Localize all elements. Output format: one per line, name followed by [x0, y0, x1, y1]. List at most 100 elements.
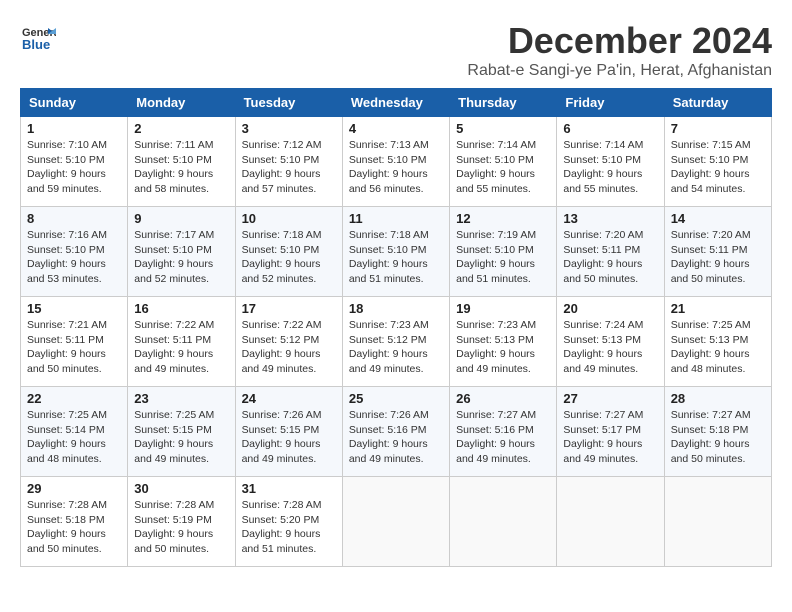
calendar-week-row: 15 Sunrise: 7:21 AM Sunset: 5:11 PM Dayl… [21, 297, 772, 387]
day-number: 25 [349, 391, 443, 406]
day-number: 17 [242, 301, 336, 316]
calendar-cell: 18 Sunrise: 7:23 AM Sunset: 5:12 PM Dayl… [342, 297, 449, 387]
calendar-cell: 24 Sunrise: 7:26 AM Sunset: 5:15 PM Dayl… [235, 387, 342, 477]
calendar-cell: 10 Sunrise: 7:18 AM Sunset: 5:10 PM Dayl… [235, 207, 342, 297]
calendar-cell: 6 Sunrise: 7:14 AM Sunset: 5:10 PM Dayli… [557, 117, 664, 207]
day-info: Sunrise: 7:28 AM Sunset: 5:19 PM Dayligh… [134, 498, 228, 557]
day-info: Sunrise: 7:17 AM Sunset: 5:10 PM Dayligh… [134, 228, 228, 287]
day-number: 15 [27, 301, 121, 316]
day-number: 22 [27, 391, 121, 406]
calendar-cell: 14 Sunrise: 7:20 AM Sunset: 5:11 PM Dayl… [664, 207, 771, 297]
day-number: 5 [456, 121, 550, 136]
calendar-week-row: 1 Sunrise: 7:10 AM Sunset: 5:10 PM Dayli… [21, 117, 772, 207]
day-info: Sunrise: 7:14 AM Sunset: 5:10 PM Dayligh… [563, 138, 657, 197]
day-number: 29 [27, 481, 121, 496]
day-number: 27 [563, 391, 657, 406]
col-sunday: Sunday [21, 89, 128, 117]
calendar-cell: 12 Sunrise: 7:19 AM Sunset: 5:10 PM Dayl… [450, 207, 557, 297]
day-info: Sunrise: 7:25 AM Sunset: 5:14 PM Dayligh… [27, 408, 121, 467]
day-info: Sunrise: 7:20 AM Sunset: 5:11 PM Dayligh… [671, 228, 765, 287]
day-info: Sunrise: 7:27 AM Sunset: 5:17 PM Dayligh… [563, 408, 657, 467]
calendar-week-row: 29 Sunrise: 7:28 AM Sunset: 5:18 PM Dayl… [21, 477, 772, 567]
day-number: 19 [456, 301, 550, 316]
calendar-cell [557, 477, 664, 567]
calendar-week-row: 8 Sunrise: 7:16 AM Sunset: 5:10 PM Dayli… [21, 207, 772, 297]
header: General Blue December 2024 Rabat-e Sangi… [20, 20, 772, 80]
subtitle: Rabat-e Sangi-ye Pa'in, Herat, Afghanist… [467, 62, 772, 80]
calendar-cell: 13 Sunrise: 7:20 AM Sunset: 5:11 PM Dayl… [557, 207, 664, 297]
day-info: Sunrise: 7:18 AM Sunset: 5:10 PM Dayligh… [242, 228, 336, 287]
day-info: Sunrise: 7:23 AM Sunset: 5:12 PM Dayligh… [349, 318, 443, 377]
calendar-cell: 27 Sunrise: 7:27 AM Sunset: 5:17 PM Dayl… [557, 387, 664, 477]
day-number: 2 [134, 121, 228, 136]
day-number: 3 [242, 121, 336, 136]
day-info: Sunrise: 7:16 AM Sunset: 5:10 PM Dayligh… [27, 228, 121, 287]
calendar-cell: 15 Sunrise: 7:21 AM Sunset: 5:11 PM Dayl… [21, 297, 128, 387]
day-info: Sunrise: 7:25 AM Sunset: 5:13 PM Dayligh… [671, 318, 765, 377]
day-number: 1 [27, 121, 121, 136]
calendar-cell: 16 Sunrise: 7:22 AM Sunset: 5:11 PM Dayl… [128, 297, 235, 387]
day-number: 7 [671, 121, 765, 136]
day-info: Sunrise: 7:26 AM Sunset: 5:15 PM Dayligh… [242, 408, 336, 467]
day-info: Sunrise: 7:13 AM Sunset: 5:10 PM Dayligh… [349, 138, 443, 197]
calendar-cell [450, 477, 557, 567]
calendar-cell [664, 477, 771, 567]
day-info: Sunrise: 7:14 AM Sunset: 5:10 PM Dayligh… [456, 138, 550, 197]
day-info: Sunrise: 7:11 AM Sunset: 5:10 PM Dayligh… [134, 138, 228, 197]
col-saturday: Saturday [664, 89, 771, 117]
day-number: 23 [134, 391, 228, 406]
col-thursday: Thursday [450, 89, 557, 117]
day-number: 12 [456, 211, 550, 226]
calendar-cell: 26 Sunrise: 7:27 AM Sunset: 5:16 PM Dayl… [450, 387, 557, 477]
main-title: December 2024 [467, 20, 772, 62]
day-info: Sunrise: 7:15 AM Sunset: 5:10 PM Dayligh… [671, 138, 765, 197]
day-number: 10 [242, 211, 336, 226]
calendar-cell: 30 Sunrise: 7:28 AM Sunset: 5:19 PM Dayl… [128, 477, 235, 567]
day-number: 6 [563, 121, 657, 136]
calendar-cell: 31 Sunrise: 7:28 AM Sunset: 5:20 PM Dayl… [235, 477, 342, 567]
calendar-cell: 3 Sunrise: 7:12 AM Sunset: 5:10 PM Dayli… [235, 117, 342, 207]
calendar-cell: 23 Sunrise: 7:25 AM Sunset: 5:15 PM Dayl… [128, 387, 235, 477]
calendar-cell: 29 Sunrise: 7:28 AM Sunset: 5:18 PM Dayl… [21, 477, 128, 567]
day-number: 9 [134, 211, 228, 226]
col-monday: Monday [128, 89, 235, 117]
day-info: Sunrise: 7:27 AM Sunset: 5:18 PM Dayligh… [671, 408, 765, 467]
calendar-cell: 20 Sunrise: 7:24 AM Sunset: 5:13 PM Dayl… [557, 297, 664, 387]
calendar-week-row: 22 Sunrise: 7:25 AM Sunset: 5:14 PM Dayl… [21, 387, 772, 477]
day-info: Sunrise: 7:23 AM Sunset: 5:13 PM Dayligh… [456, 318, 550, 377]
col-tuesday: Tuesday [235, 89, 342, 117]
day-info: Sunrise: 7:12 AM Sunset: 5:10 PM Dayligh… [242, 138, 336, 197]
calendar-cell [342, 477, 449, 567]
day-info: Sunrise: 7:26 AM Sunset: 5:16 PM Dayligh… [349, 408, 443, 467]
calendar-cell: 4 Sunrise: 7:13 AM Sunset: 5:10 PM Dayli… [342, 117, 449, 207]
calendar-cell: 28 Sunrise: 7:27 AM Sunset: 5:18 PM Dayl… [664, 387, 771, 477]
day-info: Sunrise: 7:22 AM Sunset: 5:11 PM Dayligh… [134, 318, 228, 377]
calendar-cell: 1 Sunrise: 7:10 AM Sunset: 5:10 PM Dayli… [21, 117, 128, 207]
calendar-header-row: Sunday Monday Tuesday Wednesday Thursday… [21, 89, 772, 117]
calendar-cell: 19 Sunrise: 7:23 AM Sunset: 5:13 PM Dayl… [450, 297, 557, 387]
day-number: 16 [134, 301, 228, 316]
calendar-cell: 22 Sunrise: 7:25 AM Sunset: 5:14 PM Dayl… [21, 387, 128, 477]
logo-icon: General Blue [20, 20, 56, 56]
calendar-cell: 25 Sunrise: 7:26 AM Sunset: 5:16 PM Dayl… [342, 387, 449, 477]
logo: General Blue [20, 20, 56, 56]
day-info: Sunrise: 7:10 AM Sunset: 5:10 PM Dayligh… [27, 138, 121, 197]
day-number: 11 [349, 211, 443, 226]
day-info: Sunrise: 7:21 AM Sunset: 5:11 PM Dayligh… [27, 318, 121, 377]
calendar-table: Sunday Monday Tuesday Wednesday Thursday… [20, 88, 772, 567]
day-number: 31 [242, 481, 336, 496]
day-number: 13 [563, 211, 657, 226]
calendar-cell: 21 Sunrise: 7:25 AM Sunset: 5:13 PM Dayl… [664, 297, 771, 387]
day-info: Sunrise: 7:24 AM Sunset: 5:13 PM Dayligh… [563, 318, 657, 377]
day-info: Sunrise: 7:22 AM Sunset: 5:12 PM Dayligh… [242, 318, 336, 377]
day-info: Sunrise: 7:28 AM Sunset: 5:18 PM Dayligh… [27, 498, 121, 557]
day-number: 24 [242, 391, 336, 406]
day-number: 14 [671, 211, 765, 226]
day-number: 30 [134, 481, 228, 496]
day-info: Sunrise: 7:20 AM Sunset: 5:11 PM Dayligh… [563, 228, 657, 287]
calendar-cell: 17 Sunrise: 7:22 AM Sunset: 5:12 PM Dayl… [235, 297, 342, 387]
calendar-cell: 2 Sunrise: 7:11 AM Sunset: 5:10 PM Dayli… [128, 117, 235, 207]
day-number: 26 [456, 391, 550, 406]
day-info: Sunrise: 7:19 AM Sunset: 5:10 PM Dayligh… [456, 228, 550, 287]
day-number: 4 [349, 121, 443, 136]
